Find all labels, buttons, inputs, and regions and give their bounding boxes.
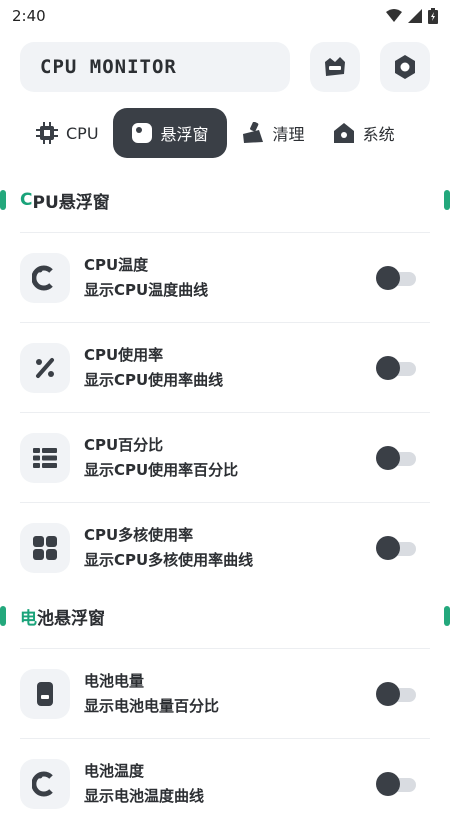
item-icon-box [20, 522, 70, 573]
section-title: 池悬浮窗 [37, 608, 105, 629]
settings-icon [395, 55, 415, 79]
tab-cpu[interactable]: CPU [22, 108, 113, 158]
theme-button[interactable] [310, 42, 360, 92]
item-description: 显示CPU使用率百分比 [84, 461, 239, 479]
home-icon [333, 123, 354, 143]
list-grid-icon [33, 447, 57, 468]
cpu-multicore-toggle[interactable] [376, 535, 416, 560]
item-icon-box [20, 342, 70, 393]
section-edge-right [444, 190, 450, 210]
item-title: CPU百分比 [84, 436, 164, 454]
toggle-knob [376, 355, 400, 380]
item-description: 显示CPU温度曲线 [84, 281, 209, 299]
section-edge-left [0, 606, 6, 626]
item-title: CPU使用率 [84, 346, 164, 364]
list-item-cpu-usage[interactable]: CPU使用率 显示CPU使用率曲线 [20, 322, 430, 412]
battery-level-toggle[interactable] [376, 681, 416, 706]
cpu-temperature-toggle[interactable] [376, 265, 416, 290]
tab-bar: CPU 悬浮窗 清理 系统 [0, 92, 450, 158]
list-item-battery-temperature[interactable]: 电池温度 显示电池温度曲线 [20, 738, 430, 828]
tab-cpu-label: CPU [66, 123, 99, 143]
tab-floating-window-label: 悬浮窗 [160, 125, 209, 144]
grid-icon [33, 535, 57, 560]
broom-icon [242, 122, 263, 143]
toggle-knob [376, 265, 400, 290]
item-icon-box [20, 432, 70, 483]
list-item-cpu-multicore[interactable]: CPU多核使用率 显示CPU多核使用率曲线 [20, 502, 430, 592]
toggle-knob [376, 535, 400, 560]
settings-button[interactable] [380, 42, 430, 92]
thermometer-arc-icon [32, 771, 53, 796]
list-item-cpu-temperature[interactable]: CPU温度 显示CPU温度曲线 [20, 232, 430, 322]
battery-icon [428, 8, 438, 24]
item-icon-box [20, 668, 70, 719]
wifi-icon [386, 9, 402, 22]
battery-level-icon [37, 681, 53, 706]
item-title: CPU多核使用率 [84, 526, 194, 544]
signal-icon [408, 9, 422, 23]
section-edge-right [444, 606, 450, 626]
section-title-accent: C [20, 190, 33, 210]
percent-icon [36, 357, 54, 378]
item-icon-box [20, 758, 70, 809]
battery-temperature-toggle[interactable] [376, 771, 416, 796]
floating-window-icon [131, 123, 152, 143]
chip-icon [36, 122, 58, 144]
tab-system[interactable]: 系统 [319, 108, 409, 158]
item-title: 电池电量 [84, 672, 145, 690]
item-icon-box [20, 252, 70, 303]
list-item-battery-level[interactable]: 电池电量 显示电池电量百分比 [20, 648, 430, 738]
tab-floating-window[interactable]: 悬浮窗 [112, 108, 227, 158]
item-description: 显示电池电量百分比 [84, 697, 220, 715]
item-description: 显示电池温度曲线 [84, 787, 205, 805]
tab-clean[interactable]: 清理 [227, 108, 319, 158]
status-icons [386, 8, 438, 24]
tab-clean-label: 清理 [272, 125, 305, 144]
toggle-knob [376, 771, 400, 796]
app-title: CPU MONITOR [20, 42, 290, 92]
section-edge-left [0, 190, 6, 210]
tab-system-label: 系统 [362, 125, 395, 144]
cpu-percentage-toggle[interactable] [376, 445, 416, 470]
cpu-usage-toggle[interactable] [376, 355, 416, 380]
section-title: PU悬浮窗 [32, 192, 110, 213]
item-description: 显示CPU多核使用率曲线 [84, 551, 254, 569]
item-title: CPU温度 [84, 256, 149, 274]
toggle-knob [376, 681, 400, 706]
thermometer-arc-icon [32, 265, 53, 290]
list-item-cpu-percentage[interactable]: CPU百分比 显示CPU使用率百分比 [20, 412, 430, 502]
section-header-battery: 电池悬浮窗 [0, 592, 450, 640]
crown-icon [325, 57, 345, 76]
section-title-accent: 电 [20, 608, 37, 629]
item-description: 显示CPU使用率曲线 [84, 371, 224, 389]
status-bar: 2:40 [0, 0, 450, 32]
section-header-cpu: C PU悬浮窗 [0, 176, 450, 224]
app-header: CPU MONITOR [0, 32, 450, 92]
toggle-knob [376, 445, 400, 470]
item-title: 电池温度 [84, 762, 145, 780]
status-time: 2:40 [12, 7, 46, 25]
